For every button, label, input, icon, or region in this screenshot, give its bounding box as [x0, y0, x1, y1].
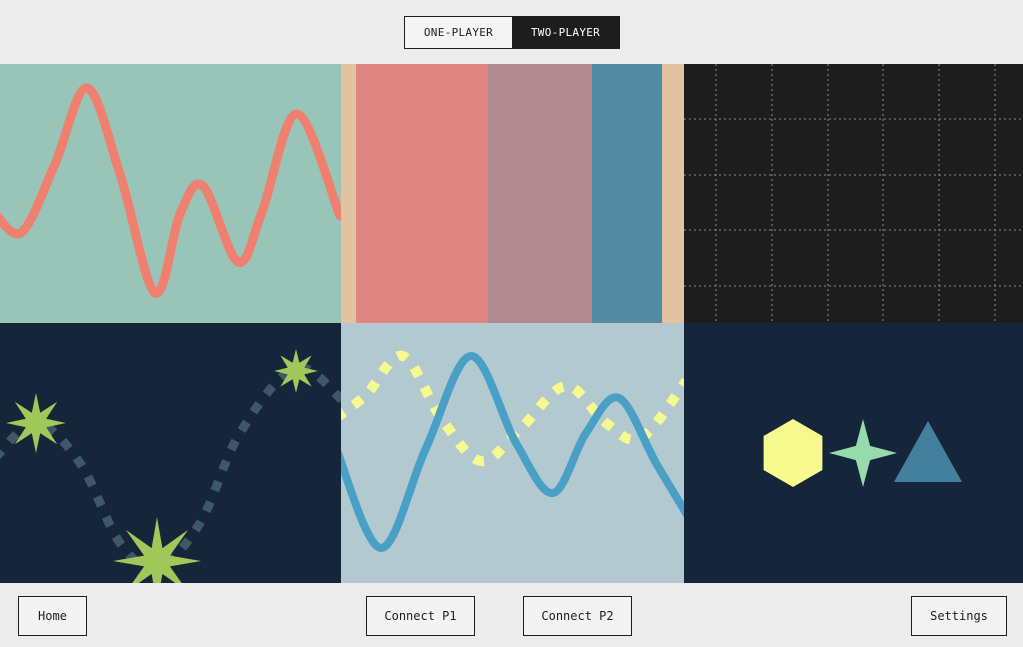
stripe-mauve — [488, 64, 592, 323]
sine-wave-tile[interactable] — [0, 64, 341, 323]
connect-p2-button[interactable]: Connect P2 — [523, 596, 632, 636]
bottom-bar: Home Connect P1 Connect P2 Settings — [0, 583, 1023, 647]
stripe-teal — [592, 64, 662, 323]
star-shape — [274, 349, 318, 393]
dual-wave-tile[interactable] — [341, 323, 684, 583]
dotted-grid-tile[interactable] — [684, 64, 1023, 323]
two-player-button[interactable]: TWO-PLAYER — [512, 17, 619, 48]
animation-grid — [0, 64, 1023, 583]
settings-button[interactable]: Settings — [911, 596, 1007, 636]
top-bar: ONE-PLAYER TWO-PLAYER — [0, 0, 1023, 64]
shapes-tile[interactable] — [684, 323, 1023, 583]
player-mode-toggle: ONE-PLAYER TWO-PLAYER — [404, 16, 620, 49]
color-stripes-tile[interactable] — [341, 64, 684, 323]
star-shape — [6, 393, 66, 453]
stripe-rose — [356, 64, 488, 323]
stars-path-tile[interactable] — [0, 323, 341, 583]
one-player-button[interactable]: ONE-PLAYER — [405, 17, 512, 48]
home-button[interactable]: Home — [18, 596, 87, 636]
connect-p1-button[interactable]: Connect P1 — [366, 596, 475, 636]
